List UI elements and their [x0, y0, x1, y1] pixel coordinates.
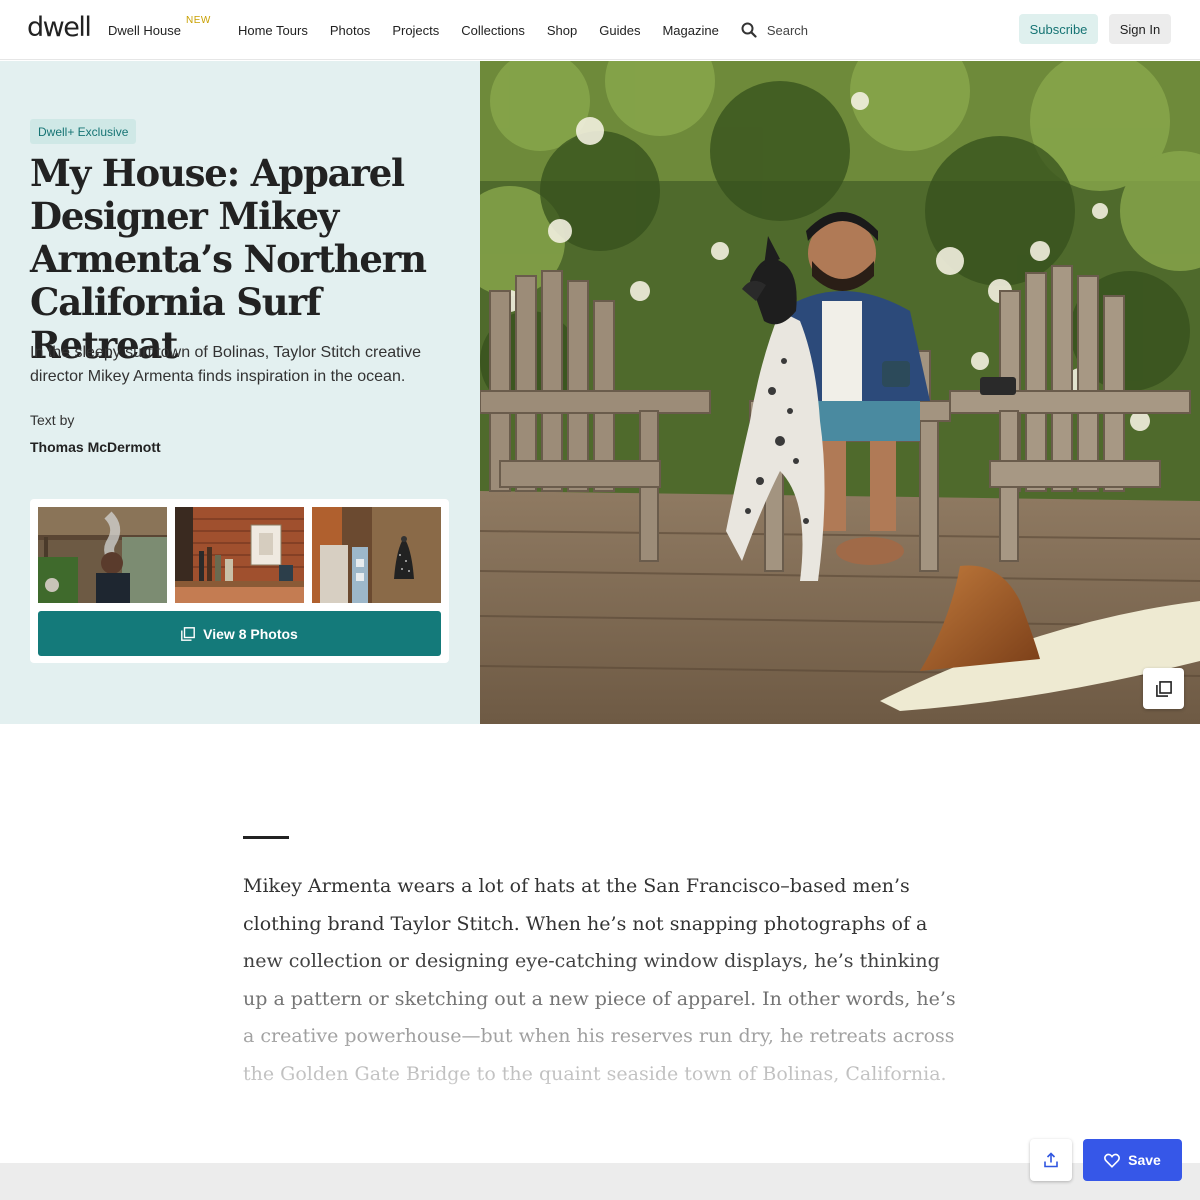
share-button[interactable]	[1030, 1139, 1072, 1181]
dwell-logo[interactable]: dwell	[27, 12, 92, 43]
gallery-icon	[181, 626, 196, 641]
article-lead-paragraph: Mikey Armenta wears a lot of hats at the…	[243, 875, 956, 1085]
photo-gallery-card: View 8 Photos	[30, 499, 449, 663]
article-title: My House: Apparel Designer Mikey Armenta…	[30, 151, 427, 367]
share-icon	[1044, 1152, 1058, 1168]
new-tag: NEW	[185, 14, 211, 26]
nav-item-home-tours[interactable]: Home Tours	[238, 23, 308, 38]
view-photos-button[interactable]: View 8 Photos	[38, 611, 441, 656]
nav-item-projects[interactable]: Projects	[392, 23, 439, 38]
top-nav: dwell Dwell House NEW Home Tours Photos P…	[0, 0, 1200, 60]
gallery-thumb[interactable]	[312, 507, 441, 603]
hero-intro-panel: Dwell+ Exclusive My House: Apparel Desig…	[0, 61, 480, 724]
byline-author[interactable]: Thomas McDermott	[30, 439, 161, 455]
sign-in-button[interactable]: Sign In	[1109, 14, 1171, 44]
nav-item-dwell-house[interactable]: Dwell House NEW	[108, 15, 210, 38]
gallery-thumb[interactable]	[38, 507, 167, 603]
nav-item-label: Dwell House	[108, 22, 181, 38]
hero-image[interactable]	[480, 61, 1200, 724]
subscribe-button[interactable]: Subscribe	[1019, 14, 1098, 44]
footer-band	[0, 1163, 1200, 1200]
hero-photo-illustration	[480, 61, 1200, 724]
nav-item-collections[interactable]: Collections	[461, 23, 525, 38]
exclusive-badge[interactable]: Dwell+ Exclusive	[30, 119, 137, 144]
heart-icon	[1104, 1153, 1121, 1168]
save-label: Save	[1128, 1152, 1161, 1168]
save-button[interactable]: Save	[1083, 1139, 1182, 1181]
nav-item-shop[interactable]: Shop	[547, 23, 577, 38]
section-divider	[243, 836, 289, 839]
gallery-thumb[interactable]	[175, 507, 304, 603]
nav-item-magazine[interactable]: Magazine	[662, 23, 718, 38]
search-icon	[741, 22, 757, 38]
gallery-icon	[1155, 680, 1172, 697]
nav-item-guides[interactable]: Guides	[599, 23, 640, 38]
main-menu: Dwell House NEW Home Tours Photos Project…	[108, 0, 808, 60]
article-dek: In the sleepy surf town of Bolinas, Tayl…	[30, 344, 422, 385]
nav-item-photos[interactable]: Photos	[330, 23, 370, 38]
search-label: Search	[766, 22, 809, 38]
search-button[interactable]: Search	[741, 22, 808, 38]
open-gallery-button[interactable]	[1143, 668, 1184, 709]
byline-label: Text by	[30, 412, 75, 428]
view-photos-label: View 8 Photos	[203, 625, 298, 642]
